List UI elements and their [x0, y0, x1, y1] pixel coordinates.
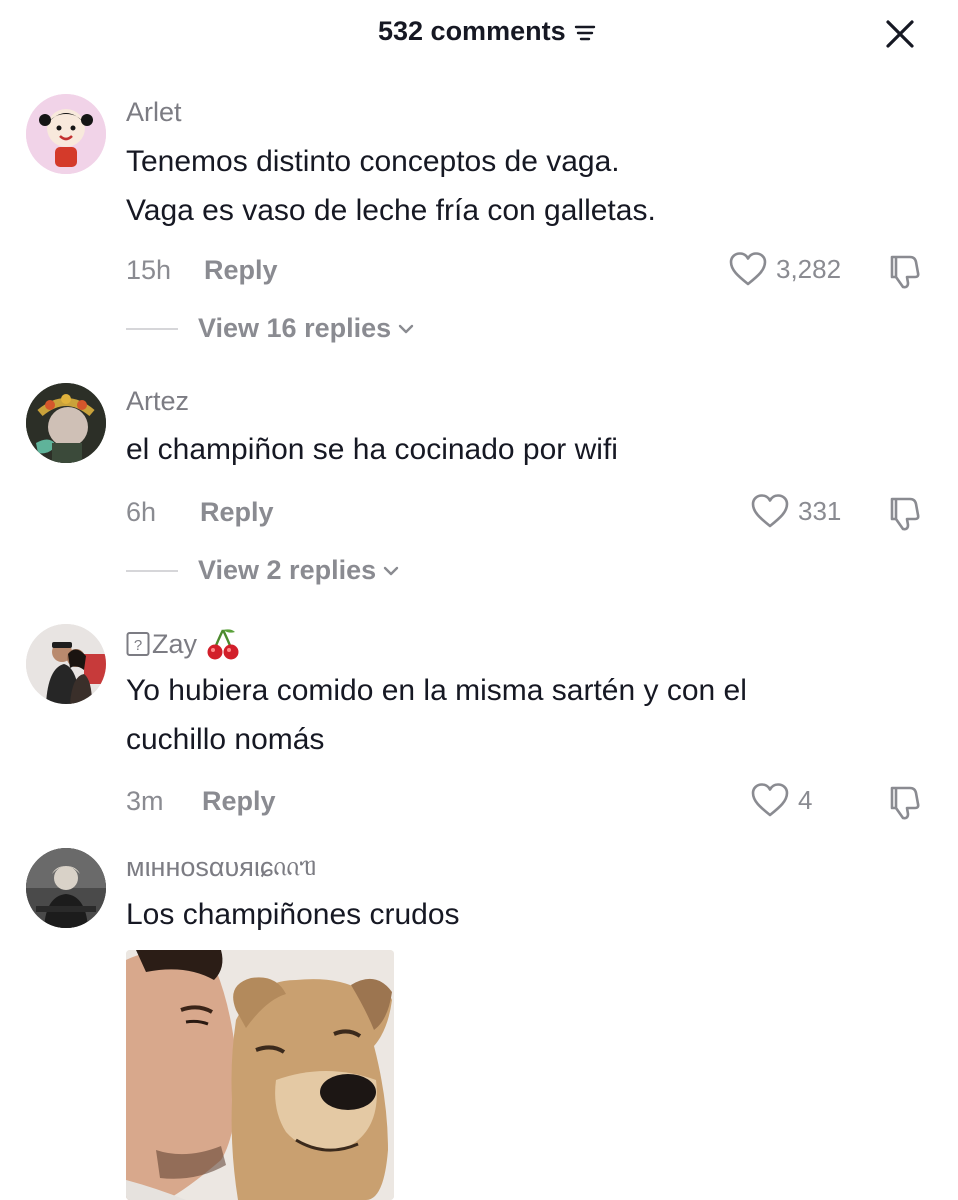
heart-icon [751, 494, 789, 528]
comment-text-line: Tenemos distinto conceptos de vaga. [126, 145, 620, 178]
comment-text-line: Vaga es vaso de leche fría con galletas. [126, 194, 656, 227]
avatar-image [26, 383, 106, 463]
cherry-icon [207, 629, 239, 660]
avatar-image [26, 848, 106, 928]
comments-header: 532 comments [0, 0, 958, 66]
comment-meta: 15h Reply [126, 255, 278, 286]
comment-text-line: el champiñon se ha cocinado por wifi [126, 433, 618, 466]
comment-time: 3m [126, 786, 164, 816]
avatar-image [26, 94, 106, 174]
avatar[interactable] [26, 94, 106, 174]
comment-username[interactable]: ? Zay [126, 626, 241, 662]
comment-text-line: Los champiñones crudos [126, 898, 460, 931]
comments-count-title[interactable]: 532 comments [378, 16, 596, 47]
heart-icon [751, 783, 789, 817]
avatar[interactable] [26, 624, 106, 704]
reply-button[interactable]: Reply [200, 497, 274, 528]
comment-text: Tenemos distinto conceptos de vaga. Vaga… [126, 137, 886, 235]
chevron-down-icon [383, 566, 399, 575]
comment-time: 15h [126, 255, 172, 285]
like-button[interactable]: 331 [750, 493, 841, 529]
chevron-down-icon [398, 324, 414, 333]
comment-time: 6h [126, 497, 157, 527]
view-replies-label: View 16 replies [198, 313, 392, 343]
like-button[interactable]: 4 [750, 782, 812, 818]
comment-text-line: cuchillo nomás [126, 723, 325, 756]
reply-button[interactable]: Reply [204, 255, 278, 286]
replies-divider-line [126, 327, 178, 330]
like-count: 4 [798, 784, 813, 815]
media-photo [126, 950, 394, 1200]
comment-text: el champiñon se ha cocinado por wifi [126, 425, 886, 474]
missing-glyph-char: ? [134, 637, 142, 654]
filter-icon[interactable] [574, 22, 596, 44]
thumbs-down-icon[interactable] [884, 493, 924, 533]
reply-button[interactable]: Reply [202, 786, 276, 817]
username-suffix: ᦶᥓ [273, 851, 317, 881]
avatar[interactable] [26, 848, 106, 928]
comments-count-label: 532 comments [378, 16, 566, 46]
avatar[interactable] [26, 383, 106, 463]
comment-username[interactable]: Artez [126, 386, 189, 417]
missing-glyph-icon: ? [126, 632, 150, 656]
comment-text: Los champiñones crudos [126, 890, 886, 939]
avatar-image [26, 624, 106, 704]
username-text: Zay [152, 628, 198, 659]
thumbs-down-icon[interactable] [884, 251, 924, 291]
view-replies-button[interactable]: View 16 replies [126, 313, 415, 344]
username-text: мιнноsαυяιɕ [126, 852, 274, 882]
like-count: 331 [798, 495, 842, 526]
comment-meta: 3m Reply [126, 786, 276, 817]
view-replies-label: View 2 replies [198, 555, 377, 585]
thumbs-down-icon[interactable] [884, 782, 924, 822]
close-icon[interactable] [882, 16, 918, 52]
heart-icon [729, 252, 767, 286]
like-count: 3,282 [776, 253, 842, 284]
comment-username[interactable]: мιнноsαυяιɕ ᦶᥓ [126, 851, 317, 884]
comment-username[interactable]: Arlet [126, 97, 182, 128]
comment-media-image[interactable] [126, 950, 394, 1200]
view-replies-button[interactable]: View 2 replies [126, 555, 400, 586]
replies-divider-line [126, 569, 178, 572]
comment-meta: 6h Reply [126, 497, 274, 528]
comment-text: Yo hubiera comido en la misma sartén y c… [126, 666, 886, 764]
comment-text-line: Yo hubiera comido en la misma sartén y c… [126, 674, 747, 707]
like-button[interactable]: 3,282 [728, 251, 841, 287]
